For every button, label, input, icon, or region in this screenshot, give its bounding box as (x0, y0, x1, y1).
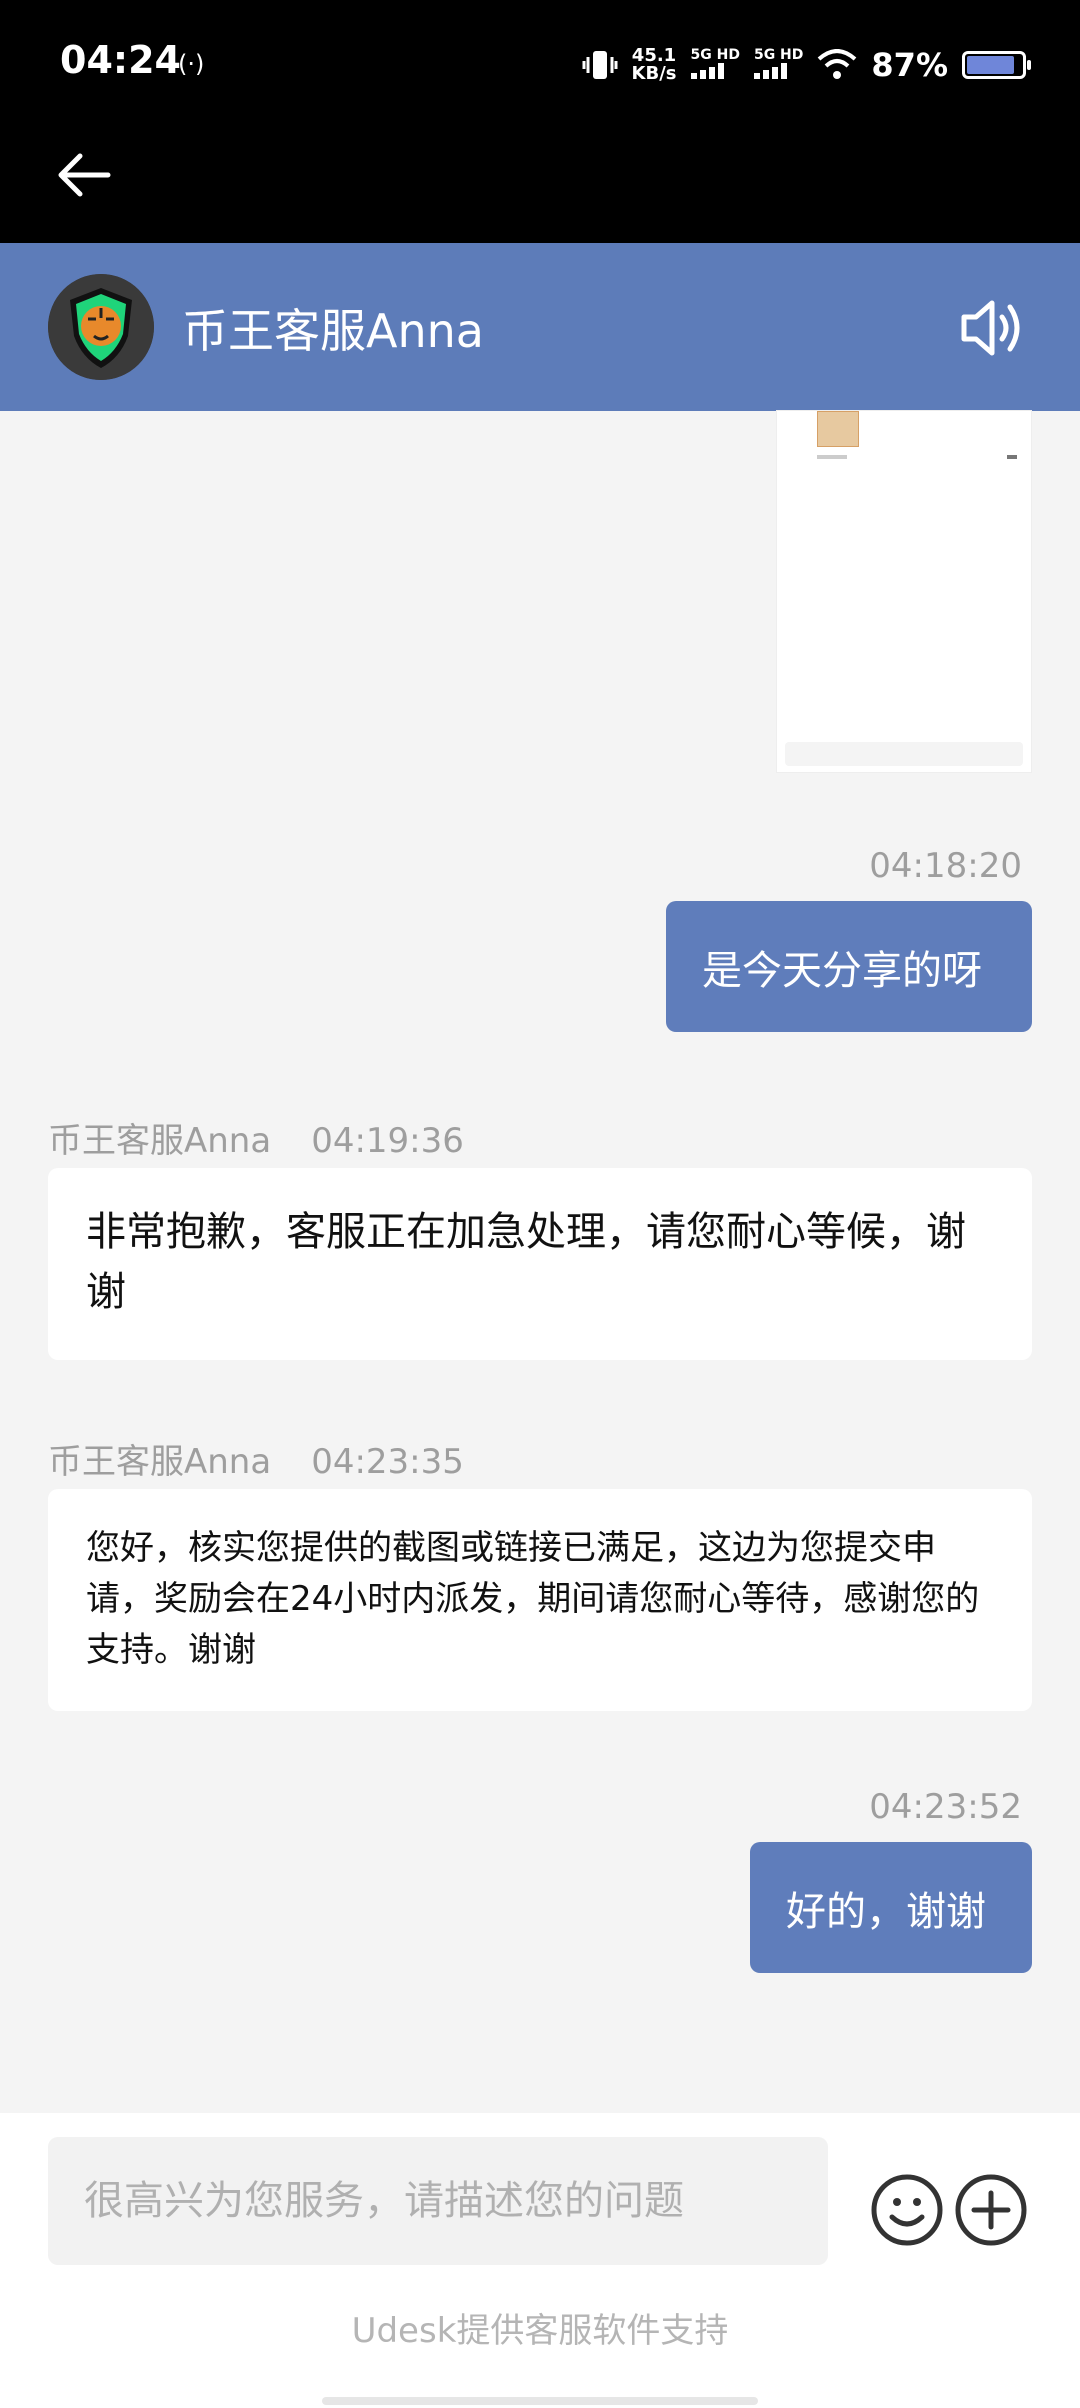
message-time: 04:18:20 (869, 846, 1022, 886)
message-meta: 币王客服Anna 04:23:35 (48, 1434, 464, 1483)
sender-name: 币王客服Anna (48, 1121, 272, 1161)
net2-label: 5G HD (753, 47, 804, 63)
incoming-message[interactable]: 非常抱歉，客服正在加急处理，请您耐心等候，谢谢 (48, 1168, 1032, 1360)
message-text: 好的，谢谢 (786, 1888, 986, 1935)
message-input[interactable] (48, 2137, 828, 2265)
message-text: 是今天分享的呀 (702, 947, 982, 994)
sender-name: 币王客服Anna (48, 1442, 272, 1482)
home-indicator[interactable] (322, 2397, 758, 2405)
tiger-logo-icon (48, 274, 154, 380)
message-text: 您好，核实您提供的截图或链接已满足，这边为您提交申请，奖励会在24小时内派发，期… (86, 1528, 980, 1670)
thumbnail-image (817, 411, 859, 447)
wifi-icon (818, 49, 857, 79)
status-time: 04:24 (60, 38, 181, 82)
speaker-icon[interactable] (958, 293, 1028, 363)
signal-bars-icon (690, 63, 724, 79)
emoji-icon[interactable] (870, 2173, 944, 2247)
agent-avatar[interactable] (48, 274, 154, 380)
back-arrow-icon[interactable] (56, 150, 112, 200)
hotspot-icon: (·) (178, 50, 205, 78)
battery-percent: 87% (871, 46, 948, 84)
chat-header: 币王客服Anna (0, 243, 1080, 411)
message-time: 04:19:36 (311, 1121, 464, 1161)
image-message[interactable] (777, 411, 1031, 772)
net1-label: 5G HD (690, 47, 740, 63)
plus-icon[interactable] (954, 2173, 1028, 2247)
thumbnail-dots (1007, 455, 1017, 459)
message-time: 04:23:52 (869, 1787, 1022, 1827)
incoming-message[interactable]: 您好，核实您提供的截图或链接已满足，这边为您提交申请，奖励会在24小时内派发，期… (48, 1489, 1032, 1711)
battery-fill (967, 56, 1014, 74)
signal-bars-icon (753, 63, 787, 79)
signal-2: 5G HD (753, 47, 804, 83)
thumbnail-dots (817, 455, 847, 459)
status-bar: 04:24 (·) 45.1 KB/s 5G HD 5G HD 87% (0, 0, 1080, 243)
agent-name: 币王客服Anna (182, 304, 484, 358)
input-area: Udesk提供客服软件支持 (0, 2113, 1080, 2408)
vibrate-icon (582, 51, 618, 79)
outgoing-message[interactable]: 是今天分享的呀 (666, 901, 1032, 1032)
speed-unit: KB/s (631, 63, 677, 84)
network-speed: 45.1 KB/s (632, 47, 677, 83)
message-meta: 币王客服Anna 04:19:36 (48, 1113, 464, 1162)
powered-by-text: Udesk提供客服软件支持 (351, 2311, 729, 2351)
signal-1: 5G HD (690, 47, 740, 83)
message-text: 非常抱歉，客服正在加急处理，请您耐心等候，谢谢 (86, 1209, 966, 1315)
thumbnail-comment-bar (785, 742, 1023, 766)
battery-icon (962, 51, 1031, 79)
outgoing-message[interactable]: 好的，谢谢 (750, 1842, 1032, 1973)
message-time: 04:23:35 (311, 1442, 464, 1482)
status-icons: 45.1 KB/s 5G HD 5G HD 87% (582, 40, 1031, 90)
